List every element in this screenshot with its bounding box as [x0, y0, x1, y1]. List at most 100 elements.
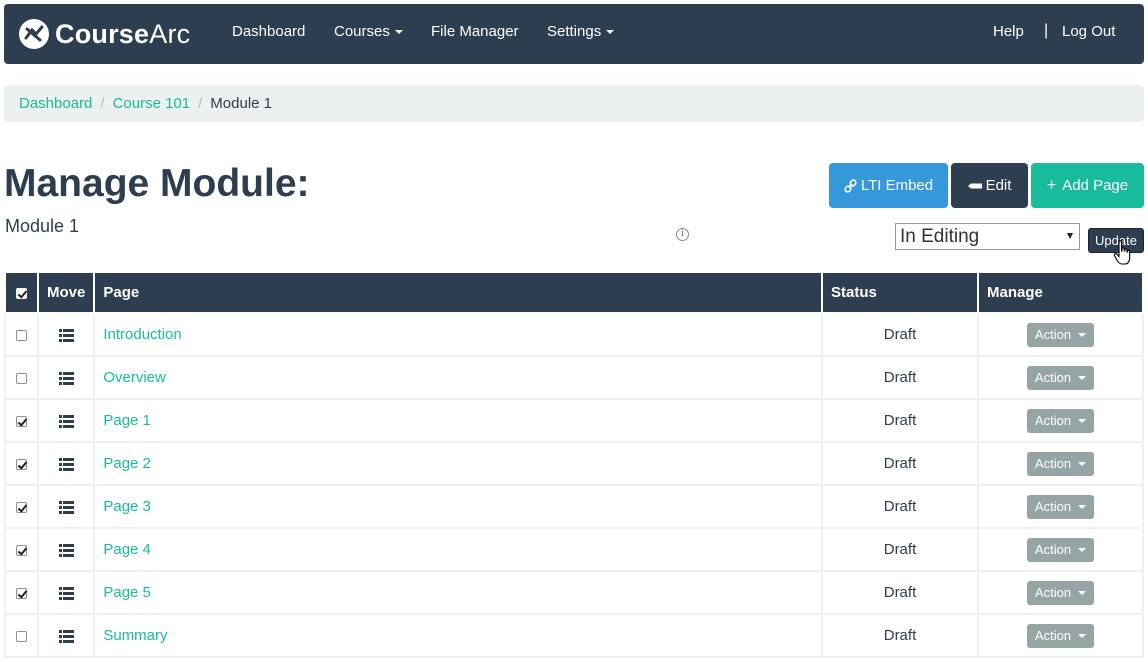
list-drag-handle-icon[interactable] — [58, 629, 74, 643]
list-drag-handle-icon[interactable] — [58, 328, 74, 342]
table-row: Page 1 Draft Action — [4, 398, 1144, 443]
page-link[interactable]: Page 4 — [103, 541, 151, 558]
courseArc-logo-icon — [19, 19, 49, 49]
nav-file-manager[interactable]: File Manager — [431, 23, 519, 40]
move-cell — [36, 570, 96, 615]
page-cell: Page 4 — [93, 527, 823, 572]
top-navbar: CourseArc Dashboard Courses File Manager… — [4, 4, 1144, 64]
action-dropdown-button[interactable]: Action — [1027, 537, 1094, 562]
list-drag-handle-icon[interactable] — [58, 543, 74, 557]
move-cell — [36, 312, 96, 357]
breadcrumb-separator: / — [100, 95, 105, 112]
brand-logo-link[interactable]: CourseArc — [18, 17, 190, 51]
chevron-down-icon — [1078, 461, 1087, 466]
chevron-down-icon — [1078, 375, 1087, 380]
page-cell: Overview — [93, 355, 823, 400]
row-select-cell — [4, 312, 39, 357]
page-link[interactable]: Introduction — [103, 326, 181, 343]
row-select-cell — [4, 484, 39, 529]
table-row: Page 2 Draft Action — [4, 441, 1144, 486]
row-select-cell — [4, 355, 39, 400]
action-dropdown-button[interactable]: Action — [1027, 365, 1094, 390]
nav-courses-dropdown[interactable]: Courses — [334, 23, 403, 40]
pages-table: Move Page Status Manage Introduction Draf… — [4, 273, 1144, 658]
page-cell: Summary — [93, 613, 823, 658]
manage-cell: Action — [977, 570, 1144, 615]
chevron-down-icon — [1078, 590, 1087, 595]
move-cell — [36, 484, 96, 529]
row-checkbox[interactable] — [16, 329, 27, 341]
move-cell — [36, 398, 96, 443]
manage-cell: Action — [977, 398, 1144, 443]
page-cell: Page 1 — [93, 398, 823, 443]
manage-cell: Action — [977, 527, 1144, 572]
select-all-header — [4, 273, 39, 314]
action-dropdown-button[interactable]: Action — [1027, 451, 1094, 476]
row-checkbox[interactable] — [16, 458, 27, 470]
list-drag-handle-icon[interactable] — [58, 586, 74, 600]
page-link[interactable]: Page 5 — [103, 584, 151, 601]
page-link[interactable]: Page 3 — [103, 498, 151, 515]
page-link[interactable]: Page 2 — [103, 455, 151, 472]
list-drag-handle-icon[interactable] — [58, 371, 74, 385]
add-page-button[interactable]: + Add Page — [1031, 163, 1144, 208]
status-cell: Draft — [821, 484, 979, 529]
manage-cell: Action — [977, 484, 1144, 529]
row-checkbox[interactable] — [16, 415, 27, 427]
manage-cell: Action — [977, 312, 1144, 357]
page-link[interactable]: Page 1 — [103, 412, 151, 429]
chevron-down-icon — [1078, 418, 1087, 423]
hand-pointer-cursor-icon — [1113, 240, 1131, 265]
action-dropdown-button[interactable]: Action — [1027, 322, 1094, 347]
breadcrumb-course[interactable]: Course 101 — [113, 95, 191, 112]
move-cell — [36, 613, 96, 658]
page-cell: Introduction — [93, 312, 823, 357]
row-checkbox[interactable] — [16, 501, 27, 513]
column-header-move: Move — [36, 273, 96, 314]
row-checkbox[interactable] — [16, 544, 27, 556]
nav-dashboard[interactable]: Dashboard — [232, 23, 305, 40]
breadcrumb-current: Module 1 — [210, 95, 273, 112]
nav-logout[interactable]: Log Out — [1062, 23, 1115, 40]
row-checkbox[interactable] — [16, 372, 27, 384]
move-cell — [36, 355, 96, 400]
status-cell: Draft — [821, 441, 979, 486]
status-cell: Draft — [821, 398, 979, 443]
breadcrumb-separator: / — [198, 95, 203, 112]
column-header-manage: Manage — [977, 273, 1144, 314]
action-dropdown-button[interactable]: Action — [1027, 623, 1094, 648]
move-cell — [36, 441, 96, 486]
action-dropdown-button[interactable]: Action — [1027, 494, 1094, 519]
breadcrumb: Dashboard / Course 101 / Module 1 — [4, 85, 1144, 122]
status-cell: Draft — [821, 527, 979, 572]
action-dropdown-button[interactable]: Action — [1027, 580, 1094, 605]
row-select-cell — [4, 441, 39, 486]
table-row: Overview Draft Action — [4, 355, 1144, 400]
chevron-down-icon — [1078, 633, 1087, 638]
move-cell — [36, 527, 96, 572]
pencil-icon — [967, 183, 982, 189]
row-checkbox[interactable] — [16, 587, 27, 599]
table-row: Page 5 Draft Action — [4, 570, 1144, 615]
row-checkbox[interactable] — [16, 630, 27, 642]
table-row: Page 3 Draft Action — [4, 484, 1144, 529]
chevron-down-icon — [394, 30, 403, 35]
breadcrumb-dashboard[interactable]: Dashboard — [19, 95, 92, 112]
lti-embed-button[interactable]: LTI Embed — [829, 163, 948, 208]
manage-cell: Action — [977, 441, 1144, 486]
list-drag-handle-icon[interactable] — [58, 457, 74, 471]
select-all-checkbox[interactable] — [16, 287, 27, 299]
edit-button[interactable]: Edit — [951, 163, 1028, 208]
chevron-down-icon — [1078, 504, 1087, 509]
nav-settings-dropdown[interactable]: Settings — [547, 23, 615, 40]
status-cell: Draft — [821, 312, 979, 357]
nav-help[interactable]: Help — [993, 23, 1024, 40]
list-drag-handle-icon[interactable] — [58, 500, 74, 514]
action-dropdown-button[interactable]: Action — [1027, 408, 1094, 433]
page-link[interactable]: Summary — [103, 627, 167, 644]
module-name: Module 1 — [5, 216, 80, 236]
info-icon[interactable]: i — [676, 228, 689, 241]
page-link[interactable]: Overview — [103, 369, 166, 386]
status-select[interactable]: In Editing — [895, 223, 1080, 250]
list-drag-handle-icon[interactable] — [58, 414, 74, 428]
